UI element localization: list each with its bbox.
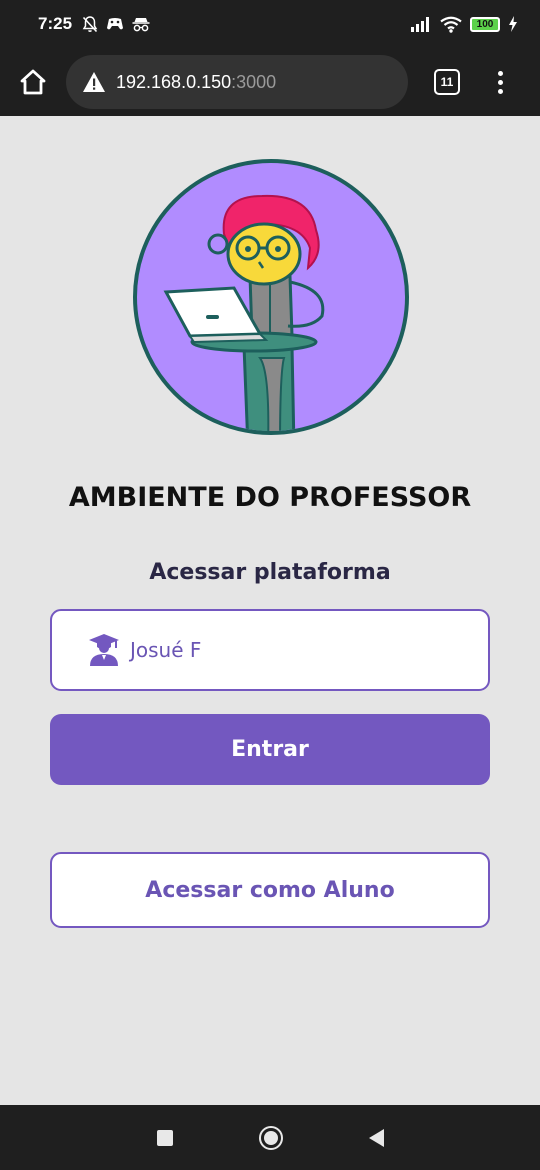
home-icon <box>20 69 46 95</box>
url-text[interactable]: 192.168.0.150:3000 <box>116 72 276 93</box>
url-bar[interactable]: 192.168.0.150:3000 <box>66 55 408 109</box>
wifi-icon <box>440 16 462 33</box>
status-time: 7:25 <box>38 14 73 33</box>
url-port: :3000 <box>231 71 277 92</box>
notifications-off-icon <box>82 15 98 32</box>
home-button[interactable] <box>18 67 48 97</box>
name-field[interactable]: Josué F <box>50 609 490 691</box>
status-icons-left <box>82 15 150 33</box>
url-host: 192.168.0.150 <box>116 71 232 92</box>
status-bar: 7:25 100 <box>0 0 540 48</box>
browser-toolbar: 192.168.0.150:3000 11 <box>0 48 540 116</box>
incognito-icon <box>132 18 150 32</box>
name-field-value: Josué F <box>130 638 202 662</box>
status-icons-right: 100 <box>410 16 518 33</box>
tab-switcher-button[interactable]: 11 <box>434 69 460 95</box>
system-nav-bar <box>0 1105 540 1170</box>
signal-icon <box>411 17 429 32</box>
home-circle-icon[interactable] <box>258 1125 283 1150</box>
graduate-user-icon <box>89 634 119 666</box>
recents-icon[interactable] <box>156 1129 173 1146</box>
back-icon[interactable] <box>368 1128 384 1147</box>
page-title: AMBIENTE DO PROFESSOR <box>68 482 472 513</box>
warning-icon[interactable] <box>82 71 106 93</box>
battery-icon: 100 <box>470 16 500 32</box>
gamepad-icon <box>107 18 124 30</box>
teacher-avatar-illustration <box>133 159 409 435</box>
login-subtitle: Acessar plataforma <box>149 560 391 585</box>
charging-icon <box>509 16 517 32</box>
menu-dots-icon[interactable] <box>498 70 503 94</box>
access-as-student-button[interactable]: Acessar como Aluno <box>50 852 490 928</box>
enter-button[interactable]: Entrar <box>50 714 490 785</box>
